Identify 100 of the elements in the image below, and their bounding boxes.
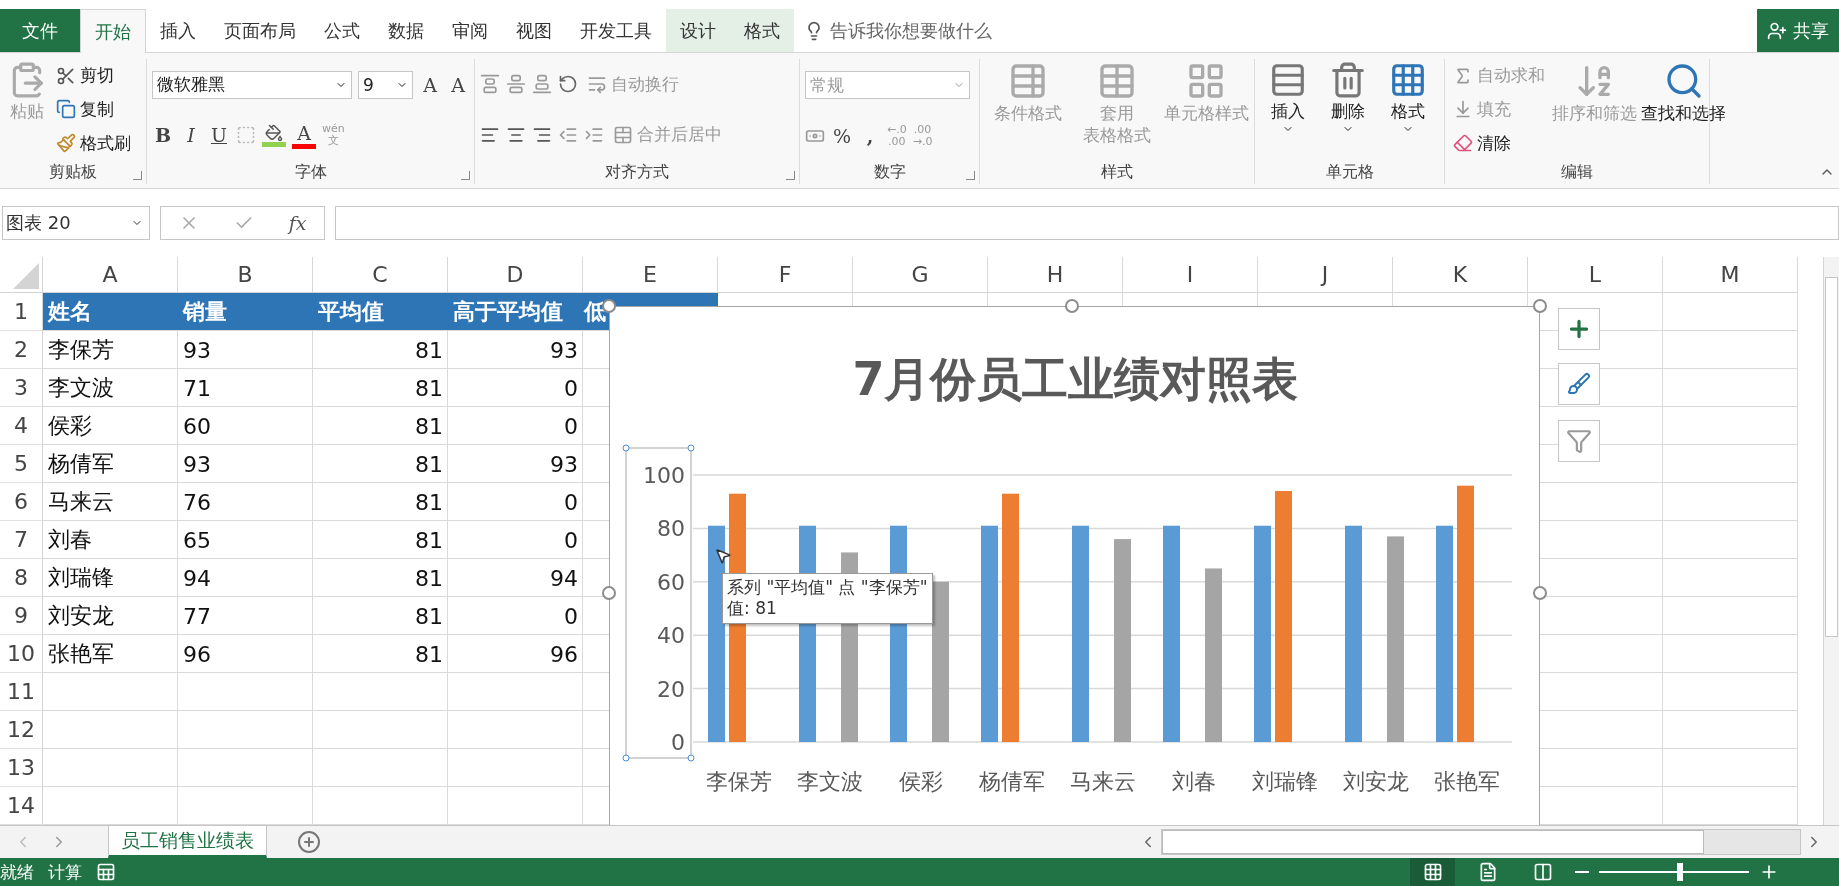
resize-handle[interactable] [687,754,695,762]
table-cell[interactable]: 71 [178,369,313,407]
ribbon-tab[interactable]: 公式 [310,9,374,52]
header-cell[interactable]: 平均值 [313,293,448,330]
slider-thumb[interactable] [1677,863,1683,881]
table-cell[interactable]: 77 [178,597,313,635]
table-cell[interactable]: 81 [313,407,448,445]
row-header[interactable]: 2 [0,331,43,369]
row-header[interactable]: 3 [0,369,43,407]
table-cell[interactable]: 81 [313,635,448,673]
bottom-align-icon[interactable] [532,74,552,95]
table-cell[interactable]: 刘安龙 [43,597,178,635]
resize-handle[interactable] [622,754,630,762]
table-cell[interactable]: 81 [313,483,448,521]
border-icon[interactable] [236,125,256,145]
percent-button[interactable]: % [831,124,853,147]
macro-record-icon[interactable] [96,862,116,882]
table-cell[interactable]: 0 [448,369,583,407]
share-button[interactable]: 共享 [1757,9,1839,52]
launcher-icon[interactable] [461,171,470,180]
font-size-dropdown[interactable]: 9 [358,70,413,99]
ribbon-tab[interactable]: 页面布局 [210,9,310,52]
row-header[interactable]: 10 [0,635,43,673]
table-cell[interactable]: 76 [178,483,313,521]
fill-color-button[interactable] [262,123,286,147]
resize-handle[interactable] [1533,299,1547,313]
comma-button[interactable]: , [859,124,881,147]
ribbon-tab[interactable]: 开发工具 [566,9,666,52]
shrink-font-button[interactable]: A [447,73,469,96]
header-cell[interactable]: 高于平均值 [448,293,583,330]
table-cell[interactable]: 81 [313,521,448,559]
ribbon-button[interactable]: 查找和选择 [1641,59,1726,160]
ribbon-tab[interactable]: 审阅 [438,9,502,52]
table-cell[interactable]: 李保芳 [43,331,178,369]
normal-view-button[interactable] [1410,858,1455,886]
italic-button[interactable]: I [180,124,202,146]
launcher-icon[interactable] [966,171,975,180]
bold-button[interactable]: B [152,124,174,146]
header-cell[interactable]: 销量 [178,293,313,330]
table-cell[interactable]: 94 [448,559,583,597]
table-cell[interactable]: 81 [313,331,448,369]
table-cell[interactable]: 李文波 [43,369,178,407]
ribbon-tab[interactable]: 数据 [374,9,438,52]
row-header[interactable]: 7 [0,521,43,559]
resize-handle[interactable] [1065,299,1079,313]
row-header[interactable]: 11 [0,673,43,711]
table-cell[interactable]: 侯彩 [43,407,178,445]
row-header[interactable]: 6 [0,483,43,521]
sheet-tab[interactable]: 员工销售业绩表 [108,826,267,858]
resize-handle[interactable] [602,586,616,600]
ribbon-button[interactable]: 复制 [53,96,134,123]
table-cell[interactable]: 0 [448,521,583,559]
table-cell[interactable]: 81 [313,445,448,483]
add-sheet-icon[interactable] [297,830,321,854]
middle-align-icon[interactable] [506,74,526,95]
table-cell[interactable]: 81 [313,559,448,597]
chart-styles-button[interactable] [1558,363,1600,405]
ribbon-tab[interactable]: 设计 [666,9,730,52]
ribbon-button[interactable]: 剪切 [53,62,134,90]
table-cell[interactable]: 93 [178,445,313,483]
table-cell[interactable]: 马来云 [43,483,178,521]
ribbon-button[interactable]: 格式刷 [53,129,134,157]
table-cell[interactable]: 81 [313,369,448,407]
ribbon-tab[interactable]: 文件 [0,9,80,52]
row-header[interactable]: 14 [0,787,43,825]
header-cell[interactable]: 姓名 [43,293,178,330]
underline-button[interactable]: U [208,124,230,146]
launcher-icon[interactable] [133,171,142,180]
insert-function-button[interactable]: fx [288,212,307,234]
formula-input[interactable] [335,206,1839,240]
table-cell[interactable]: 93 [448,331,583,369]
table-cell[interactable]: 60 [178,407,313,445]
orientation-icon[interactable] [558,74,578,95]
horizontal-scrollbar[interactable] [1161,829,1801,855]
resize-handle[interactable] [687,444,695,452]
row-header[interactable]: 9 [0,597,43,635]
ribbon-tab[interactable]: 格式 [730,9,794,52]
resize-handle[interactable] [1533,586,1547,600]
ribbon-tab[interactable]: 插入 [146,9,210,52]
table-cell[interactable]: 0 [448,597,583,635]
ribbon-button[interactable]: 清除 [1450,129,1548,157]
font-name-dropdown[interactable]: 微软雅黑 [152,70,352,99]
table-cell[interactable]: 96 [448,635,583,673]
table-cell[interactable]: 81 [313,597,448,635]
table-cell[interactable]: 65 [178,521,313,559]
tell-me-field[interactable]: 告诉我你想要做什么 [804,9,992,52]
chart-filters-button[interactable] [1558,420,1600,462]
table-cell[interactable]: 96 [178,635,313,673]
ribbon-tab[interactable]: 视图 [502,9,566,52]
row-header[interactable]: 1 [0,293,43,331]
table-cell[interactable]: 0 [448,407,583,445]
font-color-button[interactable]: A [292,121,316,149]
launcher-icon[interactable] [786,171,795,180]
row-header[interactable]: 8 [0,559,43,597]
ribbon-button[interactable]: 插入 [1260,59,1316,160]
table-cell[interactable]: 0 [448,483,583,521]
row-header[interactable]: 5 [0,445,43,483]
name-box[interactable]: 图表 20 [2,206,150,240]
row-header[interactable]: 13 [0,749,43,787]
table-cell[interactable]: 93 [448,445,583,483]
